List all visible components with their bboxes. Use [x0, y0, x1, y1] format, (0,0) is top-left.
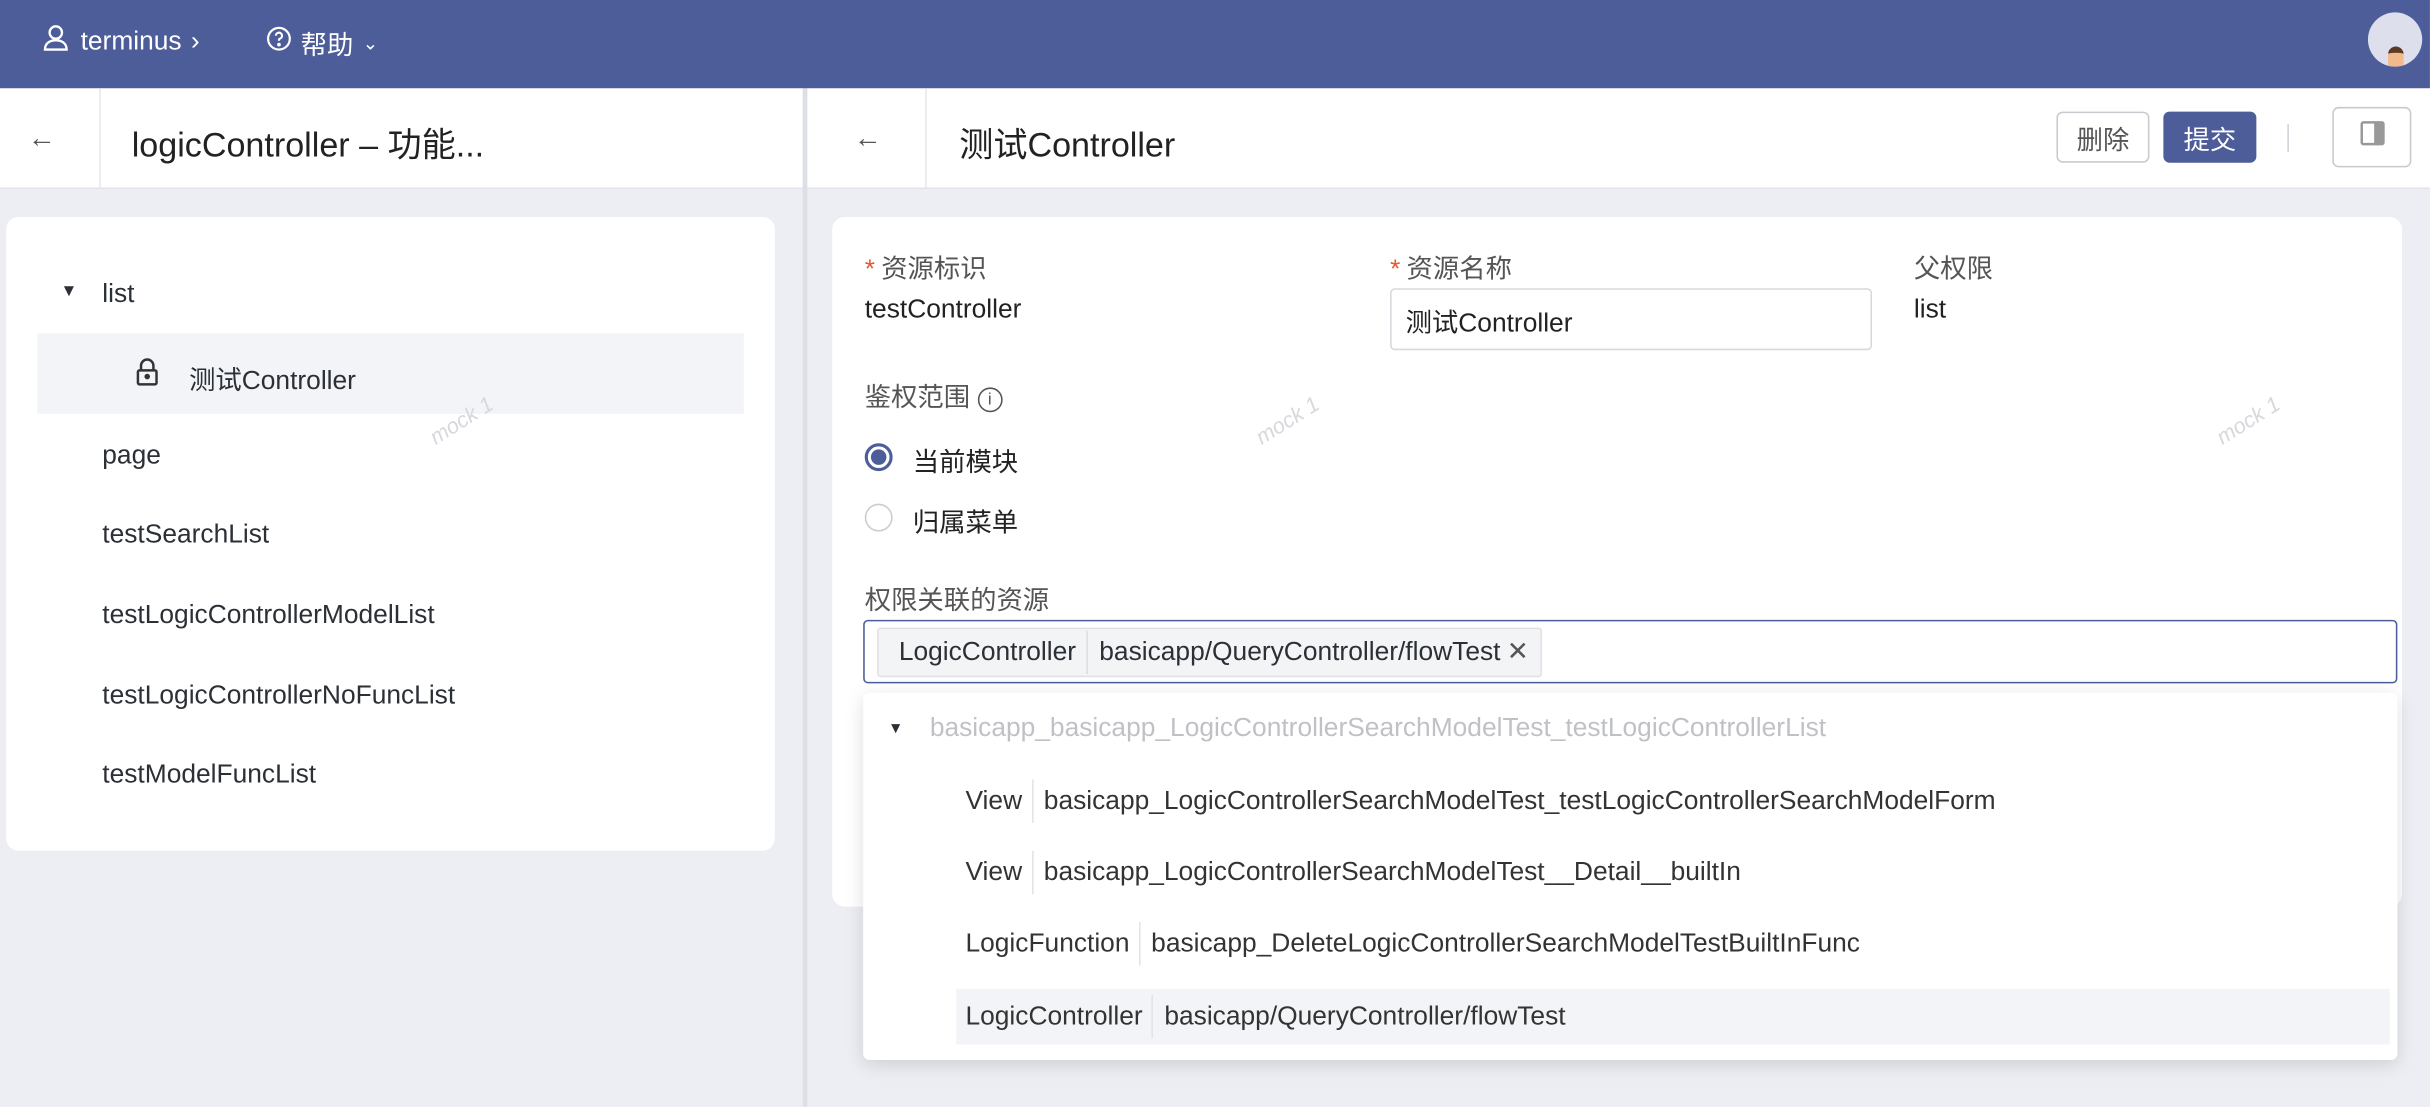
scope-label: 鉴权范围 i [865, 375, 1003, 414]
tree-item-testlogiccontrollernofunclist[interactable]: testLogicControllerNoFuncList [102, 680, 455, 711]
avatar[interactable] [2367, 12, 2423, 67]
tree-item-list[interactable]: list [102, 279, 134, 310]
lock-icon [136, 358, 158, 394]
dropdown-option[interactable]: View basicapp_LogicControllerSearchModelT… [956, 773, 1996, 829]
tree-item-selected[interactable]: 测试Controller [37, 333, 744, 414]
tree-item-testlogiccontrollermodellist[interactable]: testLogicControllerModelList [102, 600, 434, 631]
toggle-panel-button[interactable] [2332, 106, 2412, 168]
tree-item-testsearchlist[interactable]: testSearchList [102, 519, 269, 550]
tree-item-page[interactable]: page [102, 440, 161, 471]
parent-label: 父权限 [1913, 254, 1993, 284]
tag-type: LogicController [879, 630, 1089, 675]
user-menu[interactable]: terminus › [43, 23, 200, 59]
selected-tag: LogicController basicapp/QueryController… [877, 627, 1542, 678]
caret-down-icon[interactable]: ▼ [60, 282, 77, 301]
dropdown-option-selected[interactable]: LogicController basicapp/QueryController/… [956, 988, 2390, 1045]
chevron-right-icon: › [190, 25, 200, 56]
right-panel-header: ← 测试Controller 删除 提交 [807, 88, 2430, 190]
radio-label: 当前模块 [912, 447, 1019, 478]
radio-label: 归属菜单 [912, 508, 1019, 538]
close-icon[interactable]: ✕ [1507, 637, 1540, 668]
left-panel-header: ← logicController – 功能... [0, 88, 803, 190]
tree-card: ▼ list 测试Controller page testSearchList … [6, 216, 775, 851]
dropdown-group: basicapp_basicapp_LogicControllerSearchM… [929, 712, 1827, 743]
top-bar: terminus › 帮助 ⌄ [0, 0, 2430, 89]
delete-button[interactable]: 删除 [2056, 111, 2150, 163]
resource-id-label: * 资源标识 [864, 254, 987, 284]
detail-title: 测试Controller [959, 125, 1176, 165]
back-arrow-icon[interactable]: ← [854, 122, 882, 155]
help-label: 帮助 [300, 30, 354, 61]
page-title: logicController – 功能... [131, 125, 485, 165]
related-resources-label: 权限关联的资源 [864, 585, 1050, 616]
radio-belong-menu[interactable] [864, 503, 893, 532]
sidebar-toggle-icon [2359, 121, 2384, 154]
tag-path: basicapp/QueryController/flowTest [1099, 636, 1501, 667]
back-arrow-icon[interactable]: ← [28, 122, 56, 155]
chevron-down-icon: ⌄ [362, 31, 379, 54]
dropdown-option[interactable]: LogicFunction basicapp_DeleteLogicControl… [956, 916, 1860, 972]
help-icon [267, 26, 292, 59]
resource-name-label: * 资源名称 [1390, 254, 1512, 284]
dropdown-option[interactable]: View basicapp_LogicControllerSearchModelT… [956, 845, 1741, 901]
submit-button[interactable]: 提交 [2163, 111, 2257, 163]
caret-down-icon[interactable]: ▼ [888, 721, 903, 738]
radio-current-module[interactable] [864, 443, 893, 472]
info-icon[interactable]: i [977, 387, 1003, 413]
user-icon [43, 23, 71, 59]
help-menu[interactable]: 帮助 ⌄ [267, 23, 379, 62]
tree-item-testmodelfunclist[interactable]: testModelFuncList [102, 759, 316, 790]
panel-splitter[interactable] [802, 88, 808, 1107]
related-resources-select[interactable]: LogicController basicapp/QueryController… [863, 619, 2398, 684]
user-name: terminus [80, 25, 182, 56]
tree-item-label: 测试Controller [189, 365, 356, 396]
parent-value: list [1913, 294, 1947, 324]
resource-id-value: testController [864, 294, 1022, 324]
resource-dropdown: ▼ basicapp_basicapp_LogicControllerSearc… [863, 692, 2398, 1060]
resource-name-input[interactable] [1390, 288, 1873, 351]
